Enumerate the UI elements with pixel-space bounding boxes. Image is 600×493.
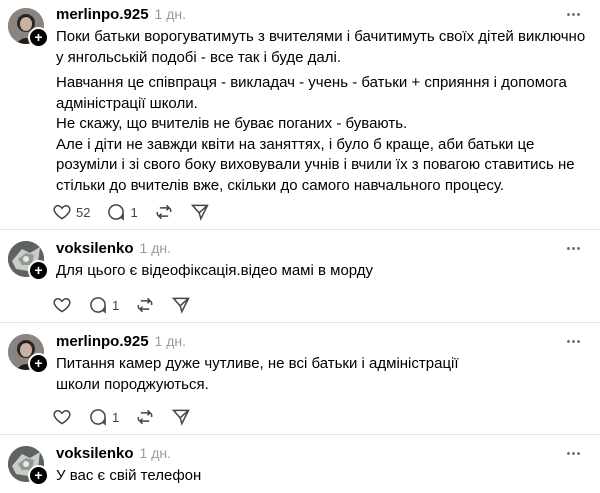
comment-paragraph: Поки батьки ворогуватимуть з вчителями і… [56,28,586,66]
avatar[interactable]: + [8,8,49,48]
comment-paragraph: Питання камер дуже чутливе, не всі батьк… [56,355,459,393]
more-options-icon[interactable] [566,331,582,351]
username[interactable]: merlinpo.925 [56,333,149,350]
repost-icon [137,409,153,425]
reply-count: 1 [130,204,138,220]
comment-text: Для цього є відеофіксація.відео мамі в м… [56,261,591,282]
more-options-icon[interactable] [566,443,582,463]
follow-plus-icon[interactable]: + [28,353,49,374]
comment-text: Питання камер дуже чутливе, не всі батьк… [56,354,591,395]
avatar[interactable]: + [8,446,49,486]
reply-count: 1 [112,297,120,313]
share-button[interactable] [190,202,210,222]
avatar[interactable]: + [8,334,49,374]
timestamp: 1 дн. [154,333,187,349]
comment-icon [90,409,106,426]
comment-header: merlinpo.925 1 дн. [56,4,186,24]
comment: + merlinpo.925 1 дн. Питання камер дуже ч… [0,323,600,435]
share-icon [172,297,190,314]
timestamp: 1 дн. [139,445,172,461]
comment-actions: 1 [52,405,207,429]
comment: + voksilenko 1 дн. Для цього є відеофікса… [0,230,600,323]
share-button[interactable] [171,295,191,315]
comment-actions: 52 1 [52,200,226,224]
comment-icon [108,204,125,221]
comment-header: voksilenko 1 дн. [56,443,171,463]
comment: + merlinpo.925 1 дн. Поки батьки ворогува… [0,0,600,230]
comment-paragraph: Для цього є відеофіксація.відео мамі в м… [56,262,374,279]
repost-icon [156,204,172,220]
username[interactable]: voksilenko [56,445,134,462]
share-icon [190,204,209,221]
follow-plus-icon[interactable]: + [28,27,49,48]
repost-icon [137,297,153,313]
heart-icon [53,204,71,220]
reply-count: 1 [112,409,120,425]
timestamp: 1 дн. [154,6,187,22]
repost-button[interactable] [135,407,155,427]
comment: + voksilenko 1 дн. У вас є свій телефон [0,435,600,493]
heart-icon [53,297,71,313]
comment-actions: 1 [52,293,207,317]
more-options-icon[interactable] [566,4,582,24]
share-icon [172,409,190,426]
timestamp: 1 дн. [139,240,172,256]
more-options-icon[interactable] [566,238,582,258]
share-button[interactable] [171,407,191,427]
comment-paragraph: У вас є свій телефон [56,467,202,484]
follow-plus-icon[interactable]: + [28,465,49,486]
like-button[interactable] [52,407,72,427]
comment-header: merlinpo.925 1 дн. [56,331,186,351]
like-count: 52 [76,204,91,220]
follow-plus-icon[interactable]: + [28,260,49,281]
avatar[interactable]: + [8,241,49,281]
username[interactable]: merlinpo.925 [56,6,149,23]
username[interactable]: voksilenko [56,240,134,257]
comment-header: voksilenko 1 дн. [56,238,171,258]
reply-button[interactable]: 1 [106,202,138,222]
heart-icon [53,409,71,425]
comment-text: У вас є свій телефон [56,466,591,487]
like-button[interactable]: 52 [52,202,90,222]
comment-paragraph: Навчання це співпраця - викладач - учень… [56,74,575,194]
comment-text: Поки батьки ворогуватимуть з вчителями і… [56,27,591,196]
like-button[interactable] [52,295,72,315]
repost-button[interactable] [154,202,174,222]
comment-icon [90,297,106,314]
reply-button[interactable]: 1 [88,407,119,427]
reply-button[interactable]: 1 [88,295,119,315]
repost-button[interactable] [135,295,155,315]
